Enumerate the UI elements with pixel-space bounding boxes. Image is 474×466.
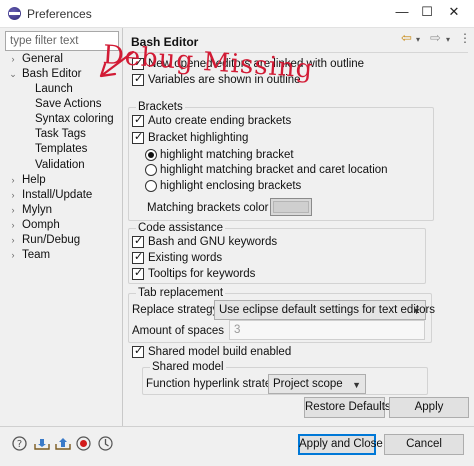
- tree-item-task-tags[interactable]: Task Tags: [35, 127, 86, 142]
- highlight-caret-radio[interactable]: [145, 164, 157, 176]
- back-history-dropdown-icon[interactable]: ▾: [416, 35, 420, 44]
- bracket-highlighting-label: Bracket highlighting: [148, 132, 249, 144]
- shared-model-checkbox[interactable]: [132, 344, 144, 358]
- svg-text:?: ?: [17, 439, 22, 450]
- forward-history-dropdown-icon[interactable]: ▾: [446, 35, 450, 44]
- expand-icon[interactable]: ›: [8, 203, 18, 218]
- tree-item-run-debug[interactable]: › Run/Debug: [12, 233, 81, 248]
- existing-words-checkbox[interactable]: [132, 250, 144, 264]
- view-menu-icon[interactable]: ⋮: [459, 31, 471, 45]
- bash-gnu-keywords-label: Bash and GNU keywords: [148, 236, 278, 248]
- bash-gnu-keywords-checkbox[interactable]: [132, 234, 144, 248]
- shared-model-label: Shared model build enabled: [148, 346, 292, 358]
- forward-arrow-icon[interactable]: ⇨: [430, 30, 441, 46]
- auto-create-brackets-label: Auto create ending brackets: [148, 115, 292, 127]
- matching-color-button[interactable]: [270, 198, 312, 216]
- tree-item-bash-editor[interactable]: ⌄ Bash Editor: [9, 67, 81, 82]
- expand-icon[interactable]: ›: [8, 188, 18, 203]
- amount-spaces-label: Amount of spaces: [132, 325, 225, 337]
- highlight-matching-radio[interactable]: [145, 149, 157, 161]
- tree-item-templates[interactable]: Templates: [35, 142, 87, 157]
- expand-icon[interactable]: ›: [8, 233, 18, 248]
- chevron-down-icon: ▼: [412, 306, 421, 316]
- close-button[interactable]: ✕: [441, 4, 467, 20]
- collapse-icon[interactable]: ⌄: [8, 67, 18, 82]
- cancel-button[interactable]: Cancel: [384, 434, 464, 455]
- expand-icon[interactable]: ›: [8, 52, 18, 67]
- tree-item-install-update[interactable]: › Install/Update: [12, 188, 93, 203]
- apply-button[interactable]: Apply: [389, 397, 469, 418]
- tree-item-launch[interactable]: Launch: [35, 82, 73, 97]
- highlight-matching-label: highlight matching bracket: [160, 149, 294, 161]
- maximize-button[interactable]: ☐: [414, 4, 440, 20]
- footer-divider: [0, 426, 474, 427]
- tree-item-syntax-coloring[interactable]: Syntax coloring: [35, 112, 114, 127]
- tooltips-keywords-label: Tooltips for keywords: [148, 268, 256, 280]
- code-assistance-title: Code assistance: [136, 222, 226, 234]
- amount-spaces-input[interactable]: 3: [229, 320, 425, 340]
- window-title: Preferences: [27, 7, 92, 21]
- tree-item-team[interactable]: › Team: [12, 248, 51, 263]
- replace-strategy-select[interactable]: Use eclipse default settings for text ed…: [214, 300, 435, 320]
- chevron-down-icon: ▼: [352, 380, 361, 390]
- highlight-enclosing-label: highlight enclosing brackets: [160, 180, 302, 192]
- filter-input[interactable]: [5, 31, 119, 51]
- hyperlink-strategy-select[interactable]: Project scope ▼: [268, 374, 366, 394]
- back-arrow-icon[interactable]: ⇦: [401, 30, 412, 46]
- eclipse-app-icon: [8, 7, 21, 20]
- highlight-enclosing-radio[interactable]: [145, 180, 157, 192]
- import-icon[interactable]: [34, 436, 50, 454]
- sash-divider[interactable]: [122, 28, 123, 426]
- shared-model-title: Shared model: [150, 361, 226, 373]
- tree-item-general[interactable]: › General: [12, 52, 63, 67]
- existing-words-label: Existing words: [148, 252, 223, 264]
- tab-replacement-title: Tab replacement: [136, 287, 226, 299]
- help-icon[interactable]: ?: [12, 436, 27, 454]
- record-icon[interactable]: [76, 436, 91, 454]
- replace-strategy-label: Replace strategy: [132, 304, 219, 316]
- expand-icon[interactable]: ›: [8, 248, 18, 263]
- tree-item-save-actions[interactable]: Save Actions: [35, 97, 101, 112]
- restore-defaults-button[interactable]: Restore Defaults: [304, 397, 391, 418]
- tooltips-keywords-checkbox[interactable]: [132, 266, 144, 280]
- variables-outline-checkbox[interactable]: [132, 72, 144, 86]
- color-swatch: [273, 201, 309, 213]
- title-bar: Preferences — ☐ ✕: [0, 0, 474, 28]
- hyperlink-strategy-label: Function hyperlink strategy: [146, 378, 284, 390]
- expand-icon[interactable]: ›: [8, 173, 18, 188]
- matching-color-label: Matching brackets color: [147, 202, 269, 214]
- tree-item-oomph[interactable]: › Oomph: [12, 218, 60, 233]
- oomph-icon[interactable]: [98, 436, 113, 454]
- minimize-button[interactable]: —: [389, 4, 415, 19]
- apply-and-close-button[interactable]: Apply and Close: [298, 434, 383, 455]
- brackets-group-title: Brackets: [136, 101, 185, 113]
- tree-item-mylyn[interactable]: › Mylyn: [12, 203, 53, 218]
- tree-item-help[interactable]: › Help: [12, 173, 46, 188]
- highlight-caret-label: highlight matching bracket and caret loc…: [160, 164, 388, 176]
- bracket-highlighting-checkbox[interactable]: [132, 130, 144, 144]
- expand-icon[interactable]: ›: [8, 218, 18, 233]
- export-icon[interactable]: [55, 436, 71, 454]
- tree-item-validation[interactable]: Validation: [35, 158, 85, 173]
- auto-create-brackets-checkbox[interactable]: [132, 113, 144, 127]
